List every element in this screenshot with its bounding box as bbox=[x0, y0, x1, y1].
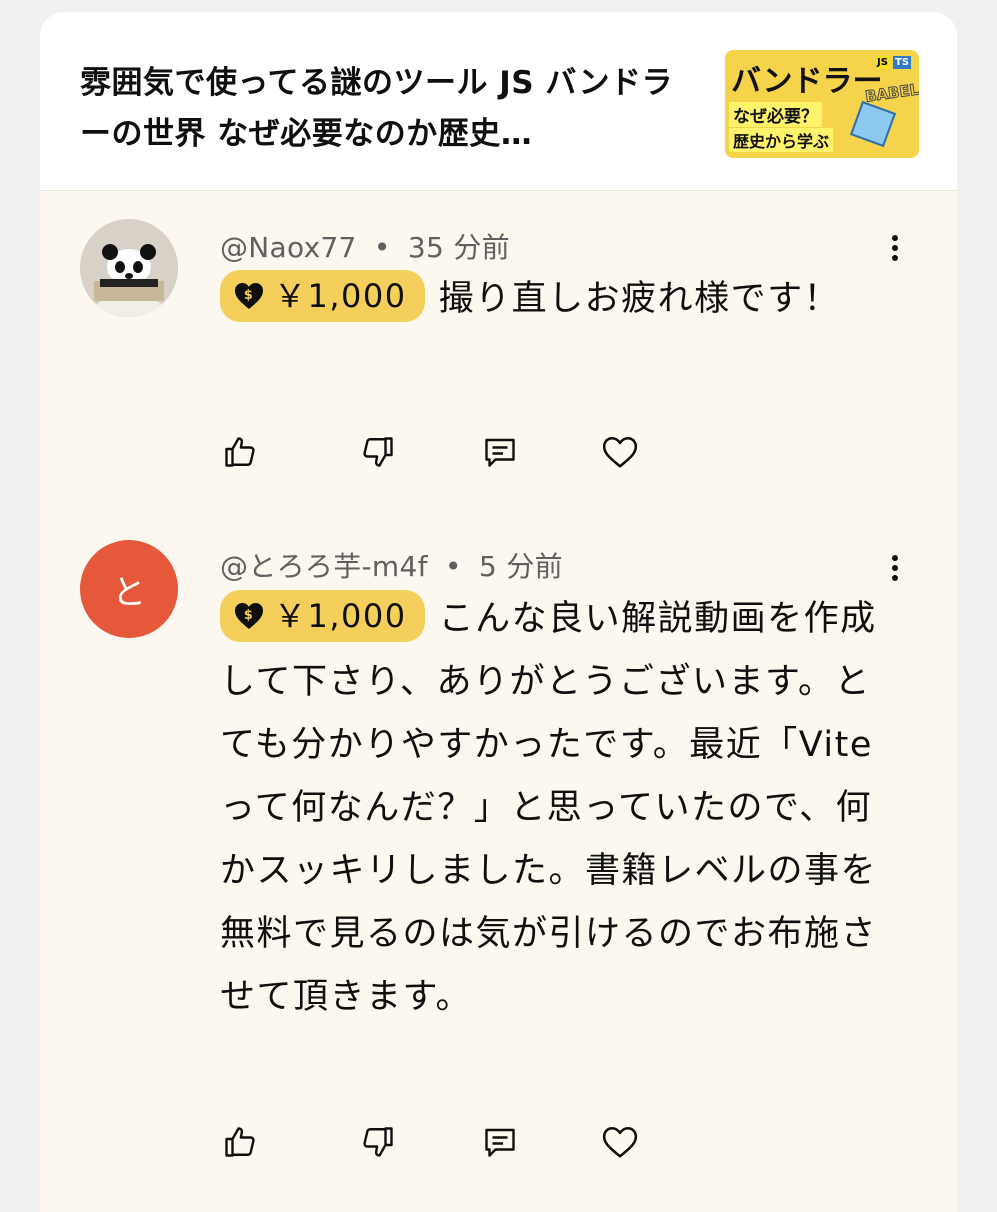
more-vert-icon[interactable] bbox=[880, 228, 910, 268]
avatar[interactable] bbox=[80, 219, 178, 317]
video-header[interactable]: 雰囲気で使ってる謎のツール JS バンドラーの世界 なぜ必要なのか歴史… バンド… bbox=[40, 12, 957, 191]
dollar-heart-icon: $ bbox=[235, 283, 263, 309]
thumbs-up-icon[interactable] bbox=[220, 432, 260, 472]
thumbs-down-icon[interactable] bbox=[358, 1122, 398, 1162]
comment-author[interactable]: @Naox77 bbox=[220, 231, 357, 264]
js-badge: JS bbox=[875, 56, 890, 69]
comment-meta: @とろろ芋-m4f • 5 分前 bbox=[220, 545, 563, 585]
comment-body: $ ￥1,000 撮り直しお疲れ様です！ bbox=[220, 268, 900, 331]
svg-text:$: $ bbox=[244, 608, 255, 623]
comment-text: こんな良い解説動画を作成して下さり、ありがとうございます。とても分かりやすかった… bbox=[220, 599, 878, 1017]
comment-meta: @Naox77 • 35 分前 bbox=[220, 226, 510, 266]
thumbnail-headline: バンドラー bbox=[731, 64, 883, 99]
meta-separator: • bbox=[373, 231, 391, 264]
thumbs-up-icon[interactable] bbox=[220, 1122, 260, 1162]
panda-avatar-icon bbox=[80, 219, 178, 317]
comment-body: $ ￥1,000 こんな良い解説動画を作成して下さり、ありがとうございます。とて… bbox=[220, 588, 900, 1029]
comment-text: 撮り直しお疲れ様です！ bbox=[438, 279, 841, 319]
more-vert-icon[interactable] bbox=[880, 548, 910, 588]
avatar[interactable]: と bbox=[80, 540, 178, 638]
svg-text:$: $ bbox=[244, 288, 255, 303]
heart-icon[interactable] bbox=[600, 432, 640, 472]
super-thanks-amount: ￥1,000 bbox=[274, 276, 407, 315]
comment-author[interactable]: @とろろ芋-m4f bbox=[220, 550, 428, 583]
super-thanks-chip: $ ￥1,000 bbox=[220, 270, 425, 322]
dollar-heart-icon: $ bbox=[235, 603, 263, 629]
comment-time: 35 分前 bbox=[407, 231, 510, 264]
super-thanks-chip: $ ￥1,000 bbox=[220, 590, 425, 642]
reply-icon[interactable] bbox=[480, 432, 520, 472]
reply-icon[interactable] bbox=[480, 1122, 520, 1162]
video-title[interactable]: 雰囲気で使ってる謎のツール JS バンドラーの世界 なぜ必要なのか歴史… bbox=[80, 58, 690, 160]
ts-badge: TS bbox=[893, 56, 912, 69]
video-thumbnail[interactable]: バンドラー なぜ必要？ 歴史から学ぶ JS TS BABEL bbox=[725, 50, 919, 158]
thumbnail-line3: 歴史から学ぶ bbox=[729, 128, 834, 152]
thumbs-down-icon[interactable] bbox=[358, 432, 398, 472]
comment-actions bbox=[220, 432, 660, 472]
comment-time: 5 分前 bbox=[479, 550, 563, 583]
comment-actions bbox=[220, 1122, 660, 1162]
comments-card: 雰囲気で使ってる謎のツール JS バンドラーの世界 なぜ必要なのか歴史… バンド… bbox=[40, 12, 957, 1212]
super-thanks-amount: ￥1,000 bbox=[274, 596, 407, 635]
heart-icon[interactable] bbox=[600, 1122, 640, 1162]
meta-separator: • bbox=[444, 550, 462, 583]
webpack-cube-icon bbox=[849, 100, 897, 148]
thumbnail-line2: なぜ必要？ bbox=[729, 102, 822, 127]
